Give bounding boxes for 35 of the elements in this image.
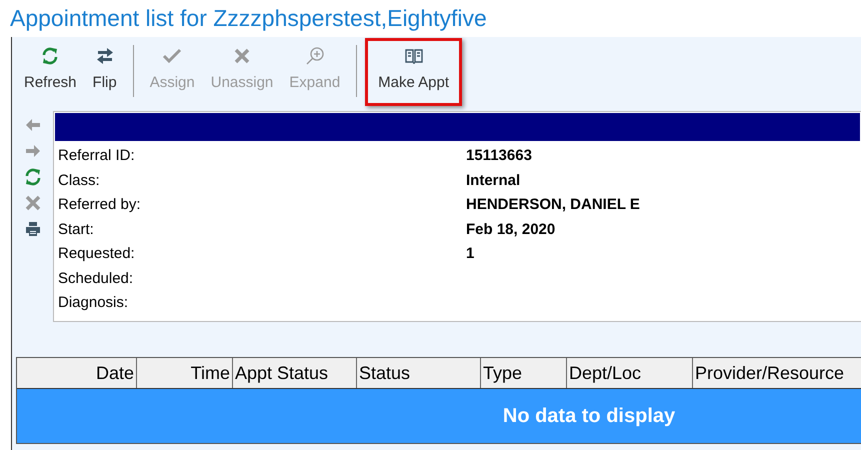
field-label: Class: bbox=[57, 170, 101, 190]
column-header[interactable]: Type bbox=[481, 358, 567, 388]
refresh-icon bbox=[40, 46, 60, 66]
empty-message: No data to display bbox=[17, 389, 861, 443]
checkmark-icon bbox=[162, 46, 182, 66]
window-title: Appointment list for Zzzzphsperstest,Eightyfive bbox=[9, 4, 488, 33]
column-header[interactable]: Status bbox=[357, 358, 481, 388]
field-value: Internal bbox=[466, 170, 520, 190]
left-arrow-icon bbox=[24, 118, 40, 132]
book-icon bbox=[404, 47, 424, 65]
toolbar-button[interactable]: Flip bbox=[84, 41, 125, 99]
field-value: HENDERSON, DANIEL E bbox=[466, 195, 640, 215]
field-label: Diagnosis: bbox=[57, 293, 130, 313]
field-value: 15113663 bbox=[466, 146, 532, 166]
refresh-icon bbox=[22, 167, 42, 187]
column-header[interactable]: Date bbox=[17, 358, 137, 388]
column-header[interactable]: Time bbox=[137, 358, 233, 388]
field-label: Start: bbox=[57, 220, 95, 240]
swap-arrows-icon bbox=[94, 46, 115, 66]
column-header[interactable]: Appt Status bbox=[233, 358, 357, 388]
close-icon bbox=[233, 47, 251, 65]
close-icon bbox=[24, 195, 40, 211]
right-arrow-icon bbox=[24, 144, 40, 158]
toolbar-button[interactable]: Refresh bbox=[16, 41, 85, 99]
field-label: Requested: bbox=[57, 244, 136, 264]
column-header[interactable]: Dept/Loc bbox=[567, 358, 693, 388]
field-label: Referred by: bbox=[57, 195, 142, 215]
field-value: 1 bbox=[466, 244, 474, 264]
field-label: Referral ID: bbox=[57, 146, 136, 166]
field-value: Feb 18, 2020 bbox=[466, 220, 556, 240]
zoom-in-icon bbox=[304, 46, 325, 66]
column-header[interactable]: Provider/Resource bbox=[693, 358, 861, 388]
field-label: Scheduled: bbox=[57, 268, 134, 288]
toolbar-button[interactable]: Make Appt bbox=[365, 38, 462, 106]
printer-icon bbox=[24, 221, 40, 237]
